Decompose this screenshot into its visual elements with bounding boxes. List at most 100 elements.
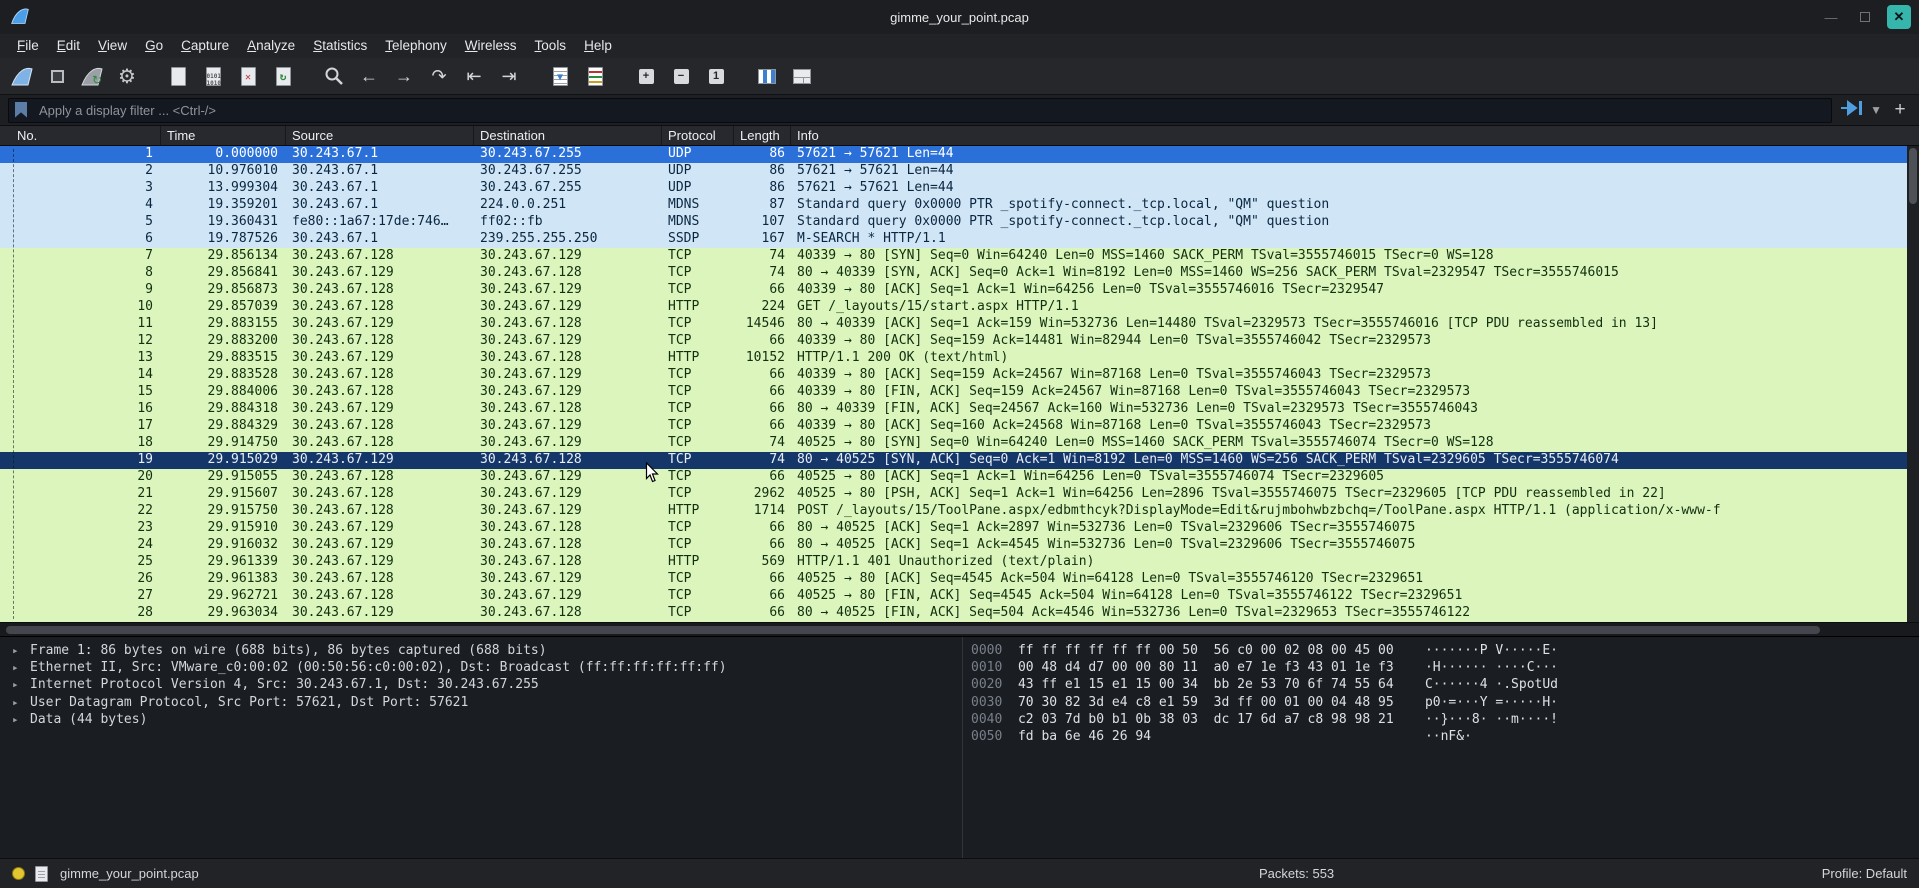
packet-row-1[interactable]: 1 0.000000 30.243.67.1 30.243.67.255 UDP 86 57… [0, 146, 1919, 163]
add-filter-button[interactable]: + [1889, 99, 1911, 121]
capture-file-icon[interactable] [35, 865, 48, 882]
statusbar-profile[interactable]: Profile: Default [1822, 866, 1907, 881]
packet-row-23[interactable]: 23 29.915910 30.243.67.129 30.243.67.128 TCP… [0, 520, 1919, 537]
menu-statistics[interactable]: Statistics [304, 34, 376, 58]
packet-row-10[interactable]: 10 29.857039 30.243.67.128 30.243.67.129 HTT… [0, 299, 1919, 316]
cell-src: 30.243.67.129 [292, 316, 394, 331]
packet-bytes-pane[interactable]: 0000 ff ff ff ff ff ff 00 50 56 c0 00 02… [962, 637, 1919, 858]
expand-arrow-icon[interactable]: ▸ [12, 659, 30, 676]
column-header-length[interactable]: Length [734, 126, 791, 145]
packet-row-13[interactable]: 13 29.883515 30.243.67.129 30.243.67.128 HTT… [0, 350, 1919, 367]
menu-view[interactable]: View [89, 34, 136, 58]
go-first-icon[interactable]: ⇤ [460, 62, 488, 90]
horizontal-scrollbar-thumb[interactable] [6, 626, 1820, 634]
menu-tools[interactable]: Tools [526, 34, 576, 58]
column-header-destination[interactable]: Destination [474, 126, 662, 145]
go-to-packet-icon[interactable]: ↷ [425, 62, 453, 90]
packet-row-18[interactable]: 18 29.914750 30.243.67.128 30.243.67.129 TCP… [0, 435, 1919, 452]
filter-dropdown-caret-icon[interactable]: ▼ [1870, 103, 1882, 117]
vertical-scrollbar-thumb[interactable] [1909, 148, 1917, 204]
detail-line-1[interactable]: ▸ Ethernet II, Src: VMware_c0:00:02 (00:5… [12, 659, 962, 676]
layout-icon[interactable] [788, 62, 816, 90]
hex-row-0030: 0030 70 30 82 3d e4 c8 e1 59 3d ff 00 01… [971, 694, 1559, 710]
detail-line-0[interactable]: ▸ Frame 1: 86 bytes on wire (688 bits), 8… [12, 642, 962, 659]
stop-capture-icon[interactable] [43, 62, 71, 90]
go-forward-icon[interactable]: → [390, 62, 418, 90]
detail-line-4[interactable]: ▸ Data (44 bytes) [12, 711, 962, 728]
packet-row-25[interactable]: 25 29.961339 30.243.67.129 30.243.67.128 HTT… [0, 554, 1919, 571]
reload-file-icon[interactable]: ↻ [269, 62, 297, 90]
zoom-reset-icon[interactable]: 1 [702, 62, 730, 90]
cell-len: 66 [769, 571, 785, 586]
packet-row-7[interactable]: 7 29.856134 30.243.67.128 30.243.67.129 TCP 7… [0, 248, 1919, 265]
column-header-source[interactable]: Source [286, 126, 474, 145]
packet-row-26[interactable]: 26 29.961383 30.243.67.128 30.243.67.129 TCP… [0, 571, 1919, 588]
menu-go[interactable]: Go [136, 34, 172, 58]
cell-len: 107 [761, 214, 785, 229]
menu-help[interactable]: Help [575, 34, 621, 58]
start-capture-icon[interactable] [8, 62, 36, 90]
packet-row-16[interactable]: 16 29.884318 30.243.67.129 30.243.67.128 TCP… [0, 401, 1919, 418]
packet-row-2[interactable]: 2 10.976010 30.243.67.1 30.243.67.255 UDP 86 5… [0, 163, 1919, 180]
expand-arrow-icon[interactable]: ▸ [12, 642, 30, 659]
find-packet-icon[interactable] [320, 62, 348, 90]
packet-row-14[interactable]: 14 29.883528 30.243.67.128 30.243.67.129 TCP… [0, 367, 1919, 384]
column-header-info[interactable]: Info [791, 126, 1919, 145]
packet-row-4[interactable]: 4 19.359201 30.243.67.1 224.0.0.251 MDNS 87 St… [0, 197, 1919, 214]
expand-arrow-icon[interactable]: ▸ [12, 694, 30, 711]
auto-scroll-icon[interactable] [581, 62, 609, 90]
detail-line-3[interactable]: ▸ User Datagram Protocol, Src Port: 57621… [12, 694, 962, 711]
packet-row-28[interactable]: 28 29.963034 30.243.67.129 30.243.67.128 TCP… [0, 605, 1919, 622]
packet-row-5[interactable]: 5 19.360431 fe80::1a67:17de:746… ff02::fb MD… [0, 214, 1919, 231]
packet-row-17[interactable]: 17 29.884329 30.243.67.128 30.243.67.129 TCP… [0, 418, 1919, 435]
cell-dst: 30.243.67.129 [480, 435, 582, 450]
packet-row-19[interactable]: 19 29.915029 30.243.67.129 30.243.67.128 TCP… [0, 452, 1919, 469]
go-back-icon[interactable]: ← [355, 62, 383, 90]
cell-src: fe80::1a67:17de:746… [292, 214, 449, 229]
close-button[interactable]: ✕ [1887, 5, 1911, 29]
packet-row-21[interactable]: 21 29.915607 30.243.67.128 30.243.67.129 TCP… [0, 486, 1919, 503]
packet-row-27[interactable]: 27 29.962721 30.243.67.128 30.243.67.129 TCP… [0, 588, 1919, 605]
zoom-out-icon[interactable]: − [667, 62, 695, 90]
packet-row-24[interactable]: 24 29.916032 30.243.67.129 30.243.67.128 TCP… [0, 537, 1919, 554]
column-header-no[interactable]: No. [0, 126, 161, 145]
expand-arrow-icon[interactable]: ▸ [12, 711, 30, 728]
packet-row-11[interactable]: 11 29.883155 30.243.67.129 30.243.67.128 TCP… [0, 316, 1919, 333]
packet-row-20[interactable]: 20 29.915055 30.243.67.128 30.243.67.129 TCP… [0, 469, 1919, 486]
packet-details-pane[interactable]: ▸ Frame 1: 86 bytes on wire (688 bits), 8… [0, 637, 962, 858]
packet-row-9[interactable]: 9 29.856873 30.243.67.128 30.243.67.129 TCP 6… [0, 282, 1919, 299]
packet-row-22[interactable]: 22 29.915750 30.243.67.128 30.243.67.129 HTT… [0, 503, 1919, 520]
packet-row-3[interactable]: 3 13.999304 30.243.67.1 30.243.67.255 UDP 86 5… [0, 180, 1919, 197]
open-file-icon[interactable] [164, 62, 192, 90]
display-filter-input[interactable] [8, 97, 1833, 123]
menu-analyze[interactable]: Analyze [238, 34, 304, 58]
go-last-icon[interactable]: ⇥ [495, 62, 523, 90]
apply-filter-icon[interactable] [1839, 99, 1863, 121]
packet-row-8[interactable]: 8 29.856841 30.243.67.129 30.243.67.128 TCP 7… [0, 265, 1919, 282]
menu-capture[interactable]: Capture [172, 34, 238, 58]
zoom-in-icon[interactable]: + [632, 62, 660, 90]
save-file-icon[interactable]: 0101 1010 [199, 62, 227, 90]
menu-edit[interactable]: Edit [48, 34, 89, 58]
packet-row-15[interactable]: 15 29.884006 30.243.67.128 30.243.67.129 TCP… [0, 384, 1919, 401]
expand-arrow-icon[interactable]: ▸ [12, 676, 30, 693]
horizontal-scrollbar[interactable] [0, 622, 1919, 636]
menu-wireless[interactable]: Wireless [456, 34, 526, 58]
restart-capture-icon[interactable]: ↻ [78, 62, 106, 90]
detail-line-2[interactable]: ▸ Internet Protocol Version 4, Src: 30.24… [12, 676, 962, 693]
minimize-button[interactable]: — [1819, 5, 1843, 29]
close-file-icon[interactable]: ✕ [234, 62, 262, 90]
column-header-protocol[interactable]: Protocol [662, 126, 734, 145]
maximize-button[interactable] [1853, 5, 1877, 29]
expert-info-icon[interactable] [12, 867, 25, 880]
resize-columns-icon[interactable] [753, 62, 781, 90]
capture-options-icon[interactable]: ⚙ [113, 62, 141, 90]
vertical-scrollbar[interactable] [1907, 146, 1919, 622]
menu-file[interactable]: File [8, 34, 48, 58]
colorize-packets-icon[interactable]: ▼ [546, 62, 574, 90]
menu-telephony[interactable]: Telephony [376, 34, 456, 58]
packet-row-6[interactable]: 6 19.787526 30.243.67.1 239.255.255.250 SSDP… [0, 231, 1919, 248]
packet-row-12[interactable]: 12 29.883200 30.243.67.128 30.243.67.129 TCP… [0, 333, 1919, 350]
cell-len: 86 [769, 146, 785, 161]
column-header-time[interactable]: Time [161, 126, 286, 145]
